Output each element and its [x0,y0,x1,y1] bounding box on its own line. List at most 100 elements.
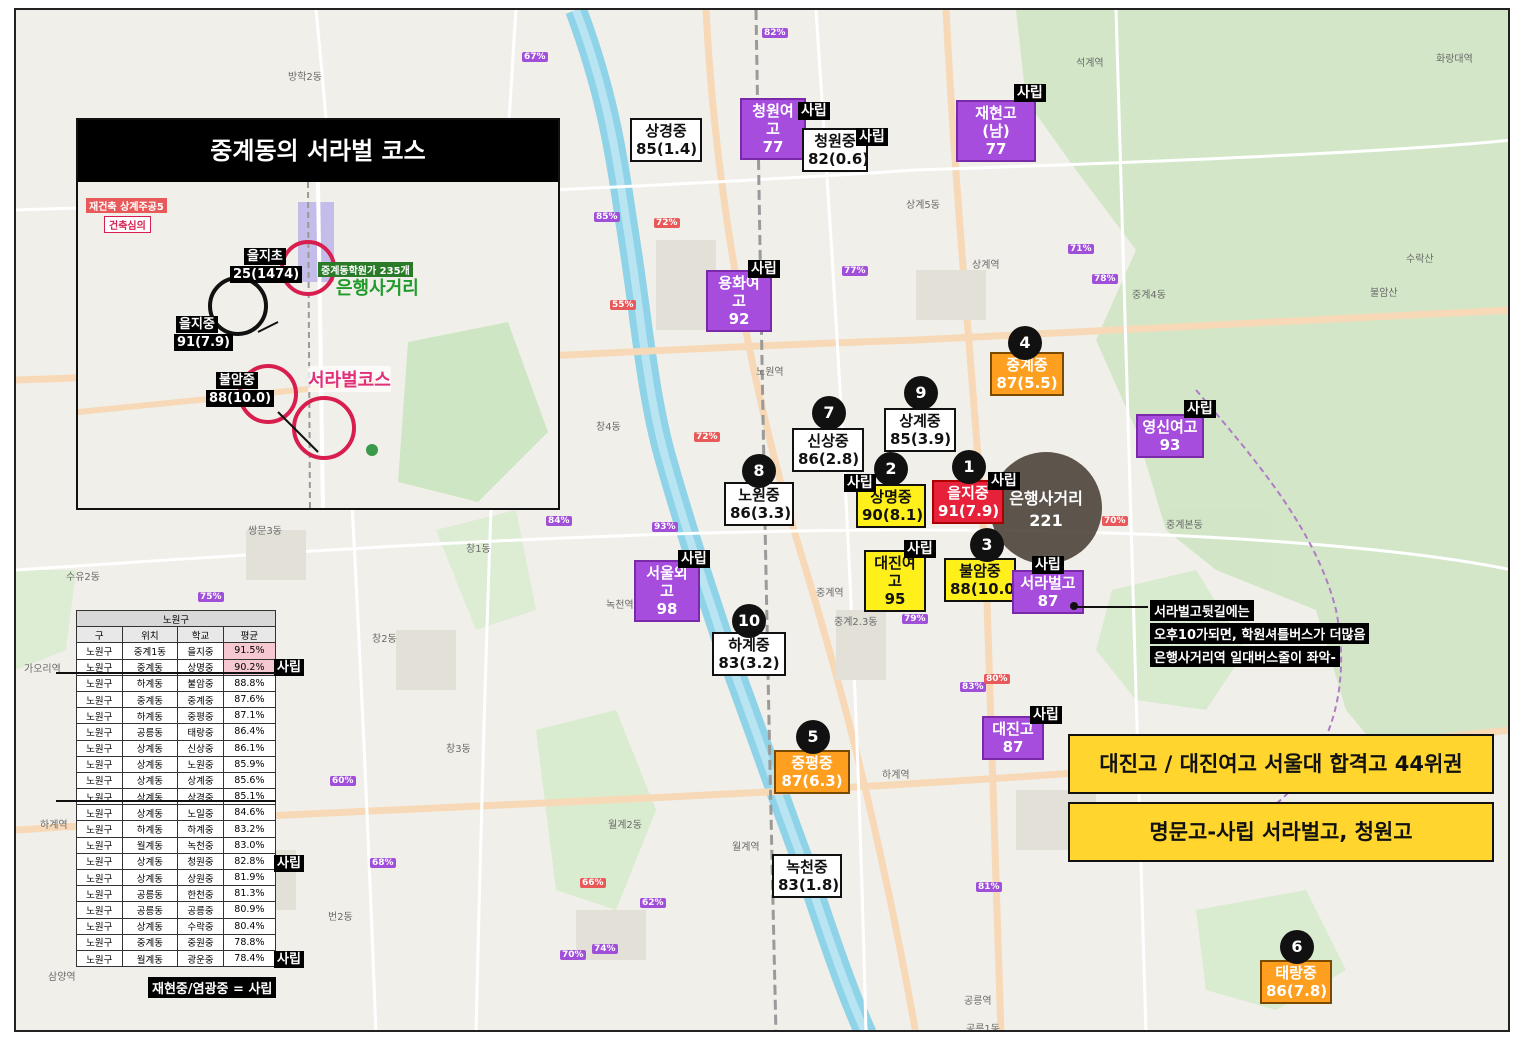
map-label: 수락산 [1406,254,1434,265]
table-title: 노원구 [76,609,276,628]
table-row: 노원구 상계동 청원중 82.8% [76,852,277,871]
table-row: 노원구 상계동 노일중 84.6% [76,804,277,822]
table-row: 노원구 상계동 상원중 81.9% [76,868,277,887]
flag-icon: 85% [594,212,620,222]
private-tag: 사립 [1014,84,1046,102]
ranking-table: 노원구 구 위치 학교 평균 노원구 중계1동 을지중 91.5% 노원구 중계동 상명중 9… [76,609,277,968]
inset-label-bulam-score: 88(10.0) [206,390,275,407]
table-body: 노원구 중계1동 을지중 91.5% 노원구 중계동 상명중 90.2% 노원구 하계동 불암중 88… [76,642,277,968]
inset-label-eulji-mid-score: 91(7.9) [174,334,234,351]
school-box: 신상중 86(2.8) [792,428,864,472]
map-label: 상계5동 [906,200,940,211]
table-cell: 하계중 [177,820,224,838]
school-box: 중평중 87(6.3) [774,750,850,794]
flag-icon: 72% [654,218,680,228]
table-cell: 중계동 [121,690,179,709]
inset-label-academy-street: 중계동학원가 235개 [318,262,413,277]
map-frame: 방학2동 석계역 상계5동 상계역 중계4동 중계본동 노원역 창4동 창2동 … [14,8,1510,1032]
school-name: 노원중 [738,486,780,504]
table-cell: 공릉동 [121,723,179,741]
school-name: 상계중 [899,412,941,430]
annotation-leader [1076,606,1148,608]
map-label: 중계4동 [1132,290,1166,301]
table-cell: 78.8% [222,933,277,951]
flag-icon: 74% [592,944,618,954]
table-cell: 불암중 [177,674,224,692]
table-cell: 청원중 [177,852,224,871]
rank-badge: 7 [812,396,846,430]
table-cell: 을지중 [177,642,224,660]
table-header: 학교 [177,626,224,644]
school-score: 91(7.9) [938,502,1000,520]
school-score: 83(1.8) [778,876,840,894]
table-cell: 공릉중 [177,901,224,919]
map-label: 노원역 [756,367,784,378]
flag-icon: 67% [522,52,548,62]
rank-badge: 8 [742,454,776,488]
table-cell: 상계동 [121,917,179,935]
table-cell: 노원구 [76,771,123,790]
table-cell: 노원구 [76,674,123,692]
rank-badge: 2 [874,452,908,486]
school-box: 재현고(남) 77 [956,100,1036,162]
table-cell: 상계동 [121,771,179,790]
flag-icon: 81% [976,882,1002,892]
hub-count: 221 [1029,511,1063,530]
map-label: 하계역 [882,770,910,781]
private-tag: 사립 [1032,556,1064,574]
inset-label-reconstruction: 재건축 상계주공5 [86,198,167,213]
table-cell: 노원구 [76,804,123,822]
table-row: 노원구 상계동 상경중 85.1% [76,788,277,806]
flag-icon: 79% [902,614,928,624]
annotation-dot [1070,602,1078,610]
table-cell: 상경중 [177,788,224,806]
school-score: 87(5.5) [996,374,1058,392]
table-cell: 노원구 [76,949,123,968]
rank-badge: 9 [904,376,938,410]
table-cell: 수락중 [177,917,224,935]
private-tag: 사립 [274,855,304,872]
table-row: 노원구 상계동 신상중 86.1% [76,739,277,757]
inset-label-eulji-elem-score: 25(1474) [230,266,303,283]
table-row: 노원구 하계동 중평중 87.1% [76,707,277,725]
flag-icon: 62% [640,898,666,908]
map-label: 공릉역 [964,996,992,1007]
map-label: 화랑대역 [1436,54,1473,65]
inset-title: 중계동의 서라벌 코스 [78,120,558,182]
school-name: 용화여고 [718,274,760,310]
flag-icon: 75% [198,592,224,602]
table-cell: 91.5% [222,642,277,660]
private-tag: 사립 [856,128,888,146]
table-cell: 상계동 [121,868,179,887]
table-cell: 82.8% [222,852,277,871]
flag-icon: 55% [610,300,636,310]
map-label: 삼양역 [48,972,76,983]
school-name: 중평중 [791,754,833,772]
table-cell: 상계동 [121,755,179,773]
school-name: 하계중 [728,636,770,654]
flag-icon: 93% [652,522,678,532]
table-row: 노원구 상계동 상계중 85.6% [76,771,277,790]
table-cell: 하계동 [121,674,179,692]
table-row: 노원구 월계동 광운중 78.4% [76,949,277,968]
private-tag: 사립 [1184,400,1216,418]
flag-icon: 71% [1068,244,1094,254]
table-cell: 신상중 [177,739,224,757]
school-box: 불암중 88(10.0) [944,558,1022,602]
table-cell: 88.8% [222,674,277,692]
school-score: 90(8.1) [862,506,924,524]
table-cell: 노원구 [76,917,123,935]
school-score: 95 [884,590,906,608]
table-cell: 노원구 [76,820,123,838]
map-label: 석계역 [1076,58,1104,69]
flag-icon: 68% [370,858,396,868]
table-cell: 85.9% [222,755,277,773]
rank-badge: 5 [796,720,830,754]
school-score: 86(7.8) [1266,982,1328,1000]
table-cell: 상원중 [177,868,224,887]
school-name: 청원여고 [752,102,794,138]
table-cell: 85.6% [222,771,277,790]
private-tag: 사립 [274,659,304,676]
private-tag: 사립 [1030,706,1062,724]
table-cell: 81.3% [222,885,277,903]
